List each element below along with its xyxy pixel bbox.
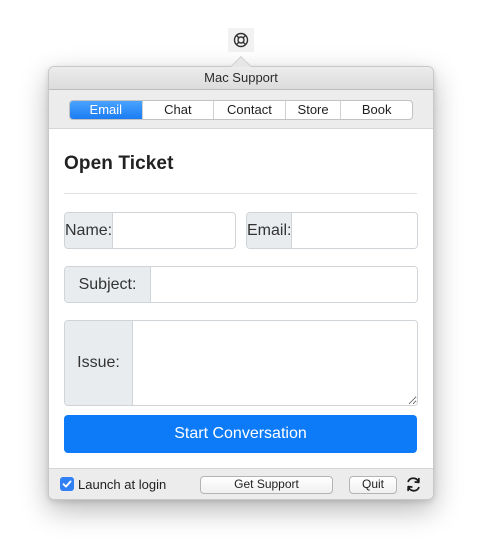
email-label: Email: — [247, 213, 293, 248]
subject-field[interactable] — [151, 267, 417, 302]
name-input-group: Name: — [64, 212, 236, 249]
popover-title: Mac Support — [49, 67, 433, 90]
tab-chat[interactable]: Chat — [143, 101, 215, 119]
menubar-support-icon[interactable] — [228, 28, 254, 52]
subject-input-group: Subject: — [64, 266, 418, 303]
popover-arrow-fill — [231, 57, 251, 67]
page-title: Open Ticket — [64, 153, 174, 174]
tab-store[interactable]: Store — [286, 101, 342, 119]
tab-email[interactable]: Email — [70, 101, 143, 119]
tab-book[interactable]: Book — [341, 101, 412, 119]
launch-at-login-label[interactable]: Launch at login — [78, 477, 166, 492]
issue-input-group: Issue: — [64, 320, 418, 406]
email-input-group: Email: — [246, 212, 418, 249]
get-support-button[interactable]: Get Support — [200, 476, 333, 494]
tab-contact[interactable]: Contact — [214, 101, 286, 119]
issue-textarea[interactable] — [133, 321, 417, 405]
popover-footer: Launch at login Get Support Quit — [49, 468, 433, 499]
issue-label: Issue: — [65, 321, 133, 405]
tab-segmented-control: Email Chat Contact Store Book — [69, 100, 413, 120]
refresh-icon[interactable] — [405, 476, 422, 493]
name-field[interactable] — [113, 213, 235, 248]
name-label: Name: — [65, 213, 114, 248]
email-field[interactable] — [292, 213, 417, 248]
subject-label: Subject: — [65, 267, 151, 302]
launch-at-login-checkbox[interactable] — [60, 477, 74, 491]
checkmark-icon — [62, 480, 72, 488]
lifebuoy-icon — [233, 32, 249, 48]
quit-button[interactable]: Quit — [349, 476, 397, 494]
start-conversation-button[interactable]: Start Conversation — [64, 415, 417, 453]
heading-divider — [64, 193, 417, 194]
support-popover: Mac Support Email Chat Contact Store Boo… — [48, 56, 434, 500]
tab-toolbar: Email Chat Contact Store Book — [49, 90, 433, 129]
